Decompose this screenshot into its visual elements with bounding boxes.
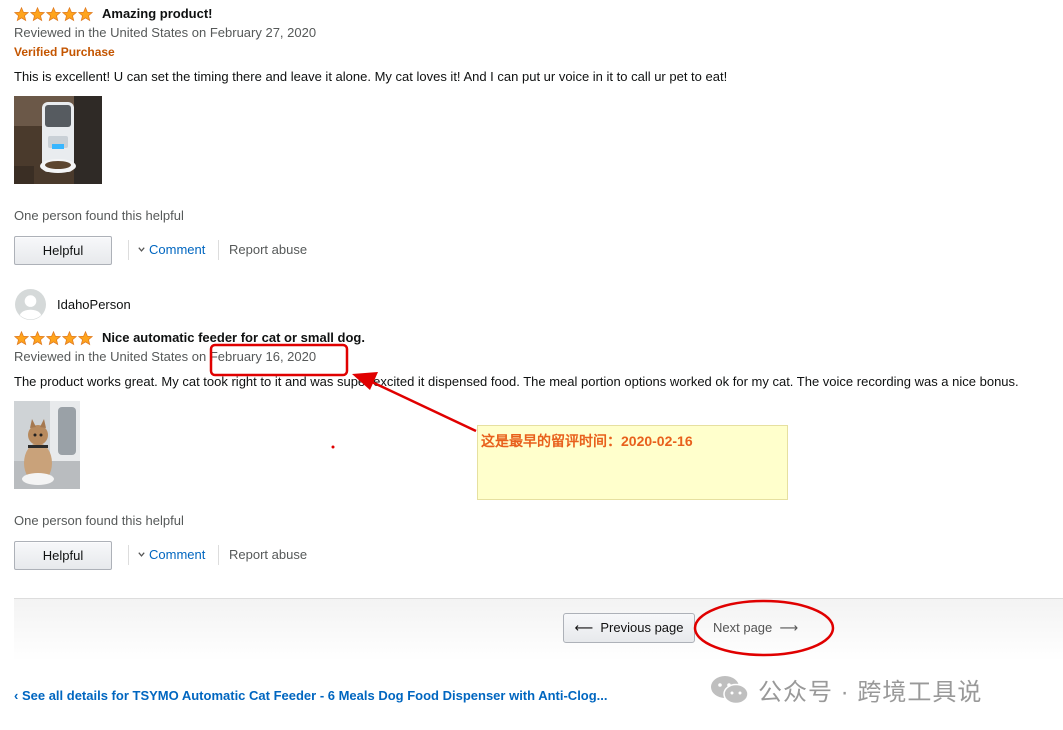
review-1-star-rating <box>14 7 93 22</box>
review-2-star-rating <box>14 331 93 346</box>
star-icon <box>30 331 45 346</box>
annotation-arrow-line <box>371 380 477 433</box>
comment-link-label: Comment <box>149 547 206 562</box>
review-2-photo[interactable] <box>14 401 80 489</box>
star-icon <box>62 331 77 346</box>
verified-purchase-badge: Verified Purchase <box>14 45 115 59</box>
cat-photo-image <box>14 401 80 489</box>
star-icon <box>78 331 93 346</box>
review-1-title[interactable]: Amazing product! <box>102 6 213 21</box>
watermark: 公众号 · 跨境工具说 <box>710 672 982 707</box>
review-2-comment-link[interactable]: Comment <box>137 547 205 562</box>
review-2-helpful-button[interactable]: Helpful <box>14 541 112 570</box>
review-2-report-abuse-link[interactable]: Report abuse <box>229 547 307 562</box>
reviewer-avatar[interactable] <box>15 289 46 320</box>
review-2-date-value: February 16, 2020 <box>209 349 317 364</box>
see-all-details-link[interactable]: ‹ See all details for TSYMO Automatic Ca… <box>14 688 608 703</box>
review-2-date: Reviewed in the United States on Februar… <box>14 349 316 364</box>
star-icon <box>62 7 77 22</box>
reviewer-name[interactable]: IdahoPerson <box>57 297 131 312</box>
review-1-body: This is excellent! U can set the timing … <box>14 69 728 84</box>
comment-link-label: Comment <box>149 242 206 257</box>
star-icon <box>14 331 29 346</box>
review-1-photo[interactable] <box>14 96 102 184</box>
wechat-icon <box>711 675 749 704</box>
see-all-details-label: See all details for TSYMO Automatic Cat … <box>21 688 608 703</box>
star-icon <box>78 7 93 22</box>
pagination-bar <box>14 598 1063 661</box>
review-2-title[interactable]: Nice automatic feeder for cat or small d… <box>102 330 365 345</box>
annotation-text: 这是最早的留评时间：2020-02-16 <box>481 433 693 449</box>
star-icon <box>14 7 29 22</box>
review-1-helpful-count: One person found this helpful <box>14 208 184 223</box>
previous-page-button[interactable]: ⟵ Previous page <box>563 613 695 643</box>
star-icon <box>46 331 61 346</box>
chevron-down-icon <box>138 552 145 557</box>
review-1-helpful-button[interactable]: Helpful <box>14 236 112 265</box>
pet-feeder-photo-image <box>14 96 102 184</box>
next-page-button[interactable]: Next page ⟶ <box>713 614 798 642</box>
star-icon <box>46 7 61 22</box>
user-avatar-icon <box>15 289 46 320</box>
next-page-label: Next page <box>713 620 773 635</box>
divider <box>218 545 219 565</box>
review-2-body: The product works great. My cat took rig… <box>14 374 1019 389</box>
divider <box>218 240 219 260</box>
review-2-helpful-count: One person found this helpful <box>14 513 184 528</box>
arrow-left-icon: ⟵ <box>574 620 594 635</box>
review-1-report-abuse-link[interactable]: Report abuse <box>229 242 307 257</box>
review-1-comment-link[interactable]: Comment <box>137 242 205 257</box>
red-dot <box>331 445 335 449</box>
arrow-right-icon: ⟶ <box>779 620 799 635</box>
chevron-left-icon: ‹ <box>14 688 22 703</box>
divider <box>128 545 129 565</box>
previous-page-label: Previous page <box>600 620 684 635</box>
review-1-date: Reviewed in the United States on Februar… <box>14 25 317 40</box>
watermark-text: 公众号 · 跨境工具说 <box>758 679 983 706</box>
divider <box>128 240 129 260</box>
review-2-date-prefix: Reviewed in the United States on <box>14 349 207 364</box>
chevron-down-icon <box>138 247 145 252</box>
star-icon <box>30 7 45 22</box>
